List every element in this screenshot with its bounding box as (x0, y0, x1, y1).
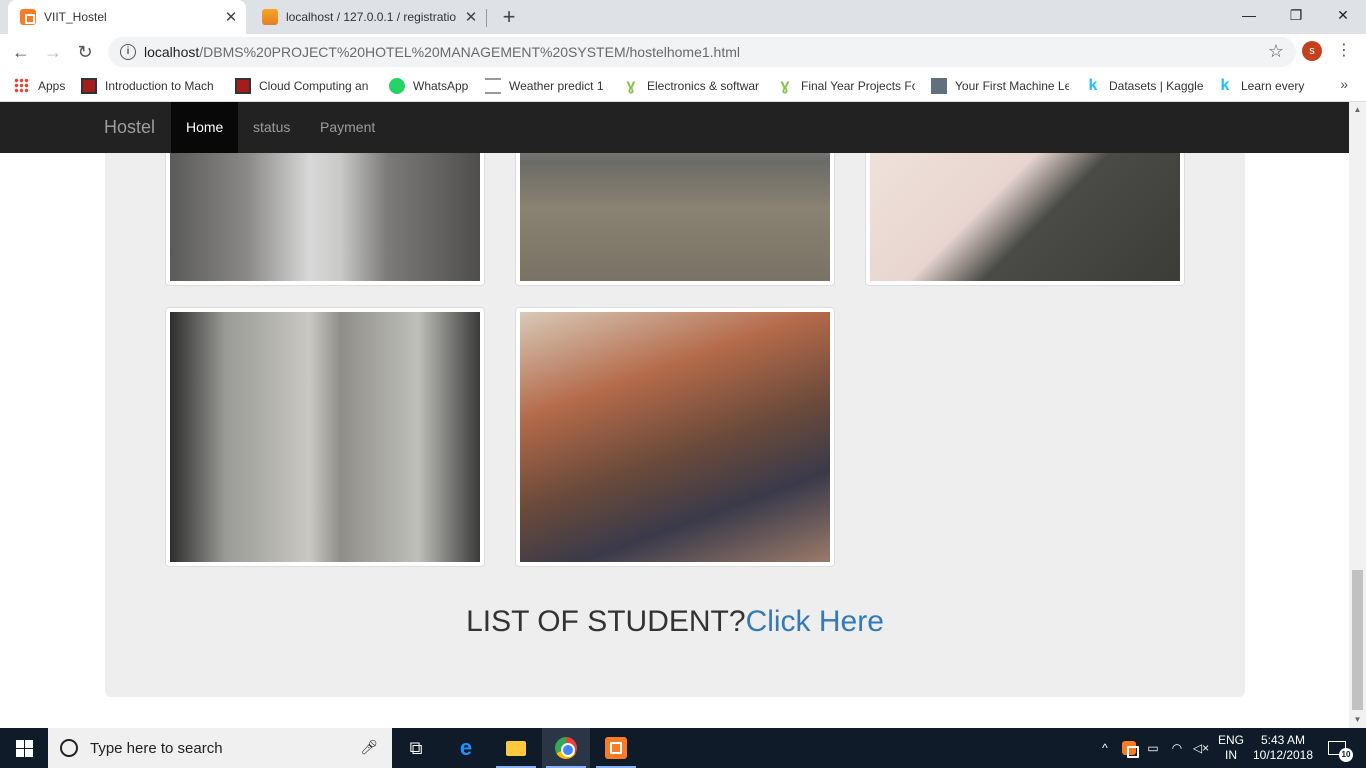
bookmark-label: Datasets | Kaggle (1109, 79, 1204, 93)
chrome-icon[interactable] (542, 728, 590, 768)
minimize-button[interactable]: — (1226, 0, 1272, 30)
clock-date: 10/12/2018 (1252, 748, 1314, 762)
xampp-tray-icon[interactable] (1117, 728, 1141, 768)
new-tab-button[interactable]: + (498, 4, 520, 30)
xampp-taskbar-icon[interactable] (592, 728, 640, 768)
bookmark-electronics-software[interactable]: ɣ Electronics & softwar (623, 76, 761, 96)
oq-icon (235, 78, 251, 94)
bookmark-label: Cloud Computing an (259, 79, 369, 93)
window-close-button[interactable]: ✕ (1320, 0, 1366, 30)
kaggle-icon: k (1088, 77, 1098, 94)
notification-badge: 10 (1339, 748, 1353, 762)
leaf-icon: ɣ (626, 77, 636, 94)
address-bar[interactable]: i localhost /DBMS%20PROJECT%20HOTEL%20MA… (108, 37, 1296, 67)
search-placeholder: Type here to search (90, 739, 223, 757)
nav-home[interactable]: Home (171, 102, 239, 153)
bookmark-label: Electronics & softwar (647, 79, 760, 93)
taskbar-search-box[interactable]: Type here to search 🎤︎ (48, 728, 392, 768)
bookmark-final-year-projects[interactable]: ɣ Final Year Projects Fo (777, 76, 915, 96)
whatsapp-icon (389, 78, 405, 94)
tab-separator (486, 9, 487, 27)
brand-link[interactable]: Hostel (104, 102, 155, 153)
bookmark-datasets-kaggle[interactable]: k Datasets | Kaggle (1085, 76, 1205, 96)
volume-muted-icon[interactable]: ◁× (1189, 728, 1213, 768)
nav-status[interactable]: status (238, 102, 305, 153)
tab-viit-hostel[interactable]: VIIT_Hostel ✕ (8, 0, 246, 34)
system-clock[interactable]: 5:43 AM 10/12/2018 (1250, 728, 1316, 768)
bookmark-your-first-machine[interactable]: Your First Machine Le (931, 76, 1069, 96)
info-icon[interactable]: i (120, 44, 136, 60)
bookmark-label: WhatsApp (413, 79, 469, 93)
file-explorer-icon[interactable] (492, 728, 540, 768)
restore-button[interactable]: ❐ (1273, 0, 1319, 30)
page-scrollbar[interactable]: ▲ ▼ (1349, 102, 1366, 728)
nav-payment[interactable]: Payment (305, 102, 390, 153)
language-indicator[interactable]: ENG IN (1216, 728, 1246, 768)
apps-icon (14, 78, 30, 94)
gallery-thumbnail[interactable] (165, 307, 485, 567)
profile-avatar[interactable]: s (1302, 41, 1322, 61)
bookmark-star-icon[interactable]: ☆ (1268, 41, 1284, 62)
scroll-up-arrow-icon[interactable]: ▲ (1349, 102, 1366, 118)
wifi-icon[interactable]: ◠ (1165, 728, 1189, 768)
forward-arrow-icon[interactable]: → (40, 39, 66, 65)
bookmark-label: Your First Machine Le (955, 79, 1069, 93)
bookmark-label: Apps (38, 79, 66, 93)
region-code: IN (1225, 748, 1237, 762)
close-icon[interactable]: ✕ (220, 8, 242, 26)
xampp-icon (20, 9, 36, 25)
action-center-icon[interactable]: 10 (1322, 728, 1353, 768)
tab-strip: VIIT_Hostel ✕ localhost / 127.0.0.1 / re… (0, 0, 1366, 34)
site-navbar: Hostel Home status Payment (0, 102, 1349, 153)
list-prompt: LIST OF STUDENT? (466, 605, 746, 638)
bookmark-label: Final Year Projects Fo (801, 79, 915, 93)
bookmark-weather-predict[interactable]: Weather predict 1 (485, 76, 609, 96)
canteen-students-photo (520, 312, 830, 562)
tab-title: localhost / 127.0.0.1 / registratio (286, 10, 457, 24)
windows-taskbar: Type here to search 🎤︎ ⧉ e ^ ▭ ◠ ◁× ENG … (0, 728, 1366, 768)
windows-start-icon[interactable] (0, 728, 48, 768)
cortana-icon (60, 739, 78, 757)
page-viewport: LIST OF STUDENT?Click Here Hostel Home s… (0, 102, 1349, 728)
tab-title: VIIT_Hostel (44, 10, 107, 24)
phpmyadmin-icon (262, 9, 278, 25)
microphone-icon[interactable]: 🎤︎ (360, 739, 378, 756)
gallery-thumbnail[interactable] (515, 307, 835, 567)
bookmark-learn-every[interactable]: k Learn every (1217, 76, 1305, 96)
click-here-link[interactable]: Click Here (746, 605, 884, 638)
bookmark-label: Introduction to Mach (105, 79, 214, 93)
bookmark-apps[interactable]: Apps (14, 76, 70, 96)
person-icon (931, 78, 947, 94)
bookmark-label: Learn every (1241, 79, 1305, 93)
leaf-icon: ɣ (780, 77, 790, 94)
close-icon[interactable]: ✕ (460, 8, 482, 26)
bookmark-label: Weather predict 1 (509, 79, 604, 93)
reload-icon[interactable]: ↻ (72, 39, 98, 65)
tab-phpmyadmin[interactable]: localhost / 127.0.0.1 / registratio ✕ (250, 0, 486, 34)
browser-toolbar: ← → ↻ i localhost /DBMS%20PROJECT%20HOTE… (0, 34, 1366, 70)
bookmark-cloud-computing[interactable]: Cloud Computing an (235, 76, 373, 96)
student-list-heading: LIST OF STUDENT?Click Here (105, 605, 1245, 639)
back-arrow-icon[interactable]: ← (8, 39, 34, 65)
bookmarks-overflow-button[interactable]: » (1340, 76, 1348, 92)
scrollbar-thumb[interactable] (1352, 570, 1363, 710)
dining-hall-photo (170, 312, 480, 562)
url-host: localhost (144, 44, 200, 60)
battery-icon[interactable]: ▭ (1141, 728, 1165, 768)
show-hidden-icons-chevron-icon[interactable]: ^ (1093, 728, 1117, 768)
bookmark-introduction-to-machine[interactable]: Introduction to Mach (81, 76, 219, 96)
language-code: ENG (1217, 733, 1244, 747)
clock-time: 5:43 AM (1260, 733, 1306, 747)
bookmarks-bar: Apps Introduction to Mach Cloud Computin… (0, 70, 1366, 102)
url-path: /DBMS%20PROJECT%20HOTEL%20MANAGEMENT%20S… (199, 44, 740, 60)
oq-icon (81, 78, 97, 94)
scroll-down-arrow-icon[interactable]: ▼ (1349, 712, 1366, 728)
edge-icon[interactable]: e (442, 728, 490, 768)
doc-icon (485, 78, 501, 94)
bookmark-whatsapp[interactable]: WhatsApp (389, 76, 473, 96)
menu-kebab-icon[interactable]: ⋮ (1336, 40, 1352, 62)
kaggle-icon: k (1220, 77, 1230, 94)
task-view-icon[interactable]: ⧉ (392, 728, 440, 768)
